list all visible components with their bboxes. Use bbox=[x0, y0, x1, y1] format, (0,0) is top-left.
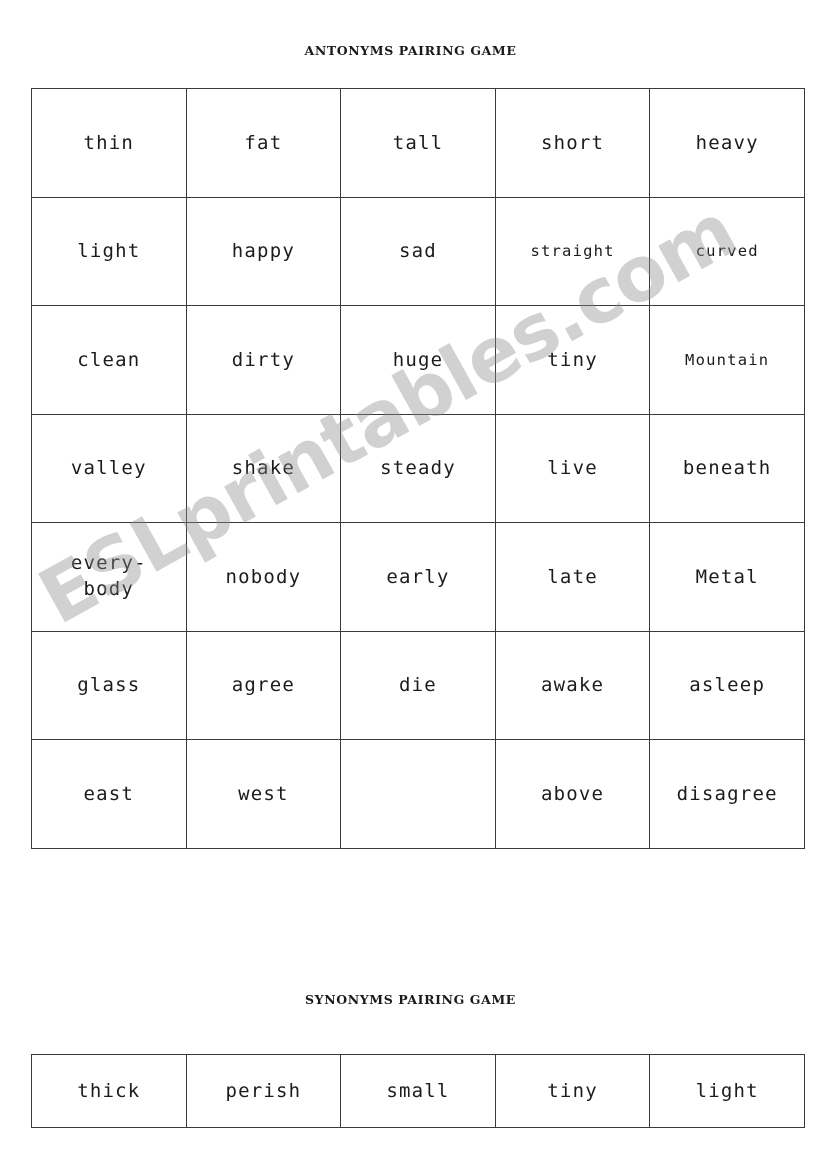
table-row: light happy sad straight curved bbox=[31, 196, 805, 306]
word-cell[interactable]: east bbox=[31, 739, 187, 849]
word-cell[interactable]: awake bbox=[494, 630, 651, 740]
word-cell[interactable]: curved bbox=[649, 196, 805, 306]
word-cell[interactable]: valley bbox=[31, 413, 187, 523]
word-cell[interactable]: light bbox=[31, 196, 187, 306]
antonyms-word-grid: thin fat tall short heavy light happy sa… bbox=[31, 88, 805, 849]
word-cell[interactable]: thick bbox=[31, 1054, 187, 1128]
word-cell[interactable]: glass bbox=[31, 630, 187, 740]
word-cell[interactable]: small bbox=[340, 1054, 496, 1128]
word-cell[interactable]: Metal bbox=[649, 522, 805, 632]
word-cell[interactable]: tall bbox=[340, 88, 496, 198]
word-cell[interactable]: huge bbox=[340, 305, 496, 415]
word-cell[interactable]: live bbox=[494, 413, 651, 523]
word-cell[interactable]: clean bbox=[31, 305, 187, 415]
word-cell[interactable]: asleep bbox=[649, 630, 805, 740]
word-cell[interactable]: die bbox=[340, 630, 496, 740]
word-cell[interactable]: nobody bbox=[185, 522, 342, 632]
table-row: glass agree die awake asleep bbox=[31, 630, 805, 740]
word-cell[interactable]: light bbox=[649, 1054, 805, 1128]
table-row: clean dirty huge tiny Mountain bbox=[31, 305, 805, 415]
word-cell[interactable]: steady bbox=[340, 413, 496, 523]
word-cell[interactable]: early bbox=[340, 522, 496, 632]
word-cell[interactable]: beneath bbox=[649, 413, 805, 523]
word-cell[interactable]: sad bbox=[340, 196, 496, 306]
word-cell[interactable]: every-body bbox=[31, 522, 187, 632]
word-cell[interactable]: dirty bbox=[185, 305, 342, 415]
word-cell[interactable]: heavy bbox=[649, 88, 805, 198]
word-cell[interactable]: shake bbox=[185, 413, 342, 523]
word-cell[interactable]: agree bbox=[185, 630, 342, 740]
word-cell[interactable]: west bbox=[185, 739, 342, 849]
table-row: thick perish small tiny light bbox=[31, 1054, 805, 1128]
word-cell[interactable]: happy bbox=[185, 196, 342, 306]
word-cell[interactable]: short bbox=[494, 88, 651, 198]
antonyms-section-heading: ANTONYMS PAIRING GAME bbox=[304, 43, 517, 58]
word-cell[interactable]: straight bbox=[494, 196, 651, 306]
word-cell[interactable]: thin bbox=[31, 88, 187, 198]
word-cell[interactable]: late bbox=[494, 522, 651, 632]
word-cell[interactable]: disagree bbox=[649, 739, 805, 849]
word-cell[interactable]: tiny bbox=[494, 305, 651, 415]
word-cell-empty[interactable] bbox=[340, 739, 496, 849]
table-row: thin fat tall short heavy bbox=[31, 88, 805, 198]
table-row: every-body nobody early late Metal bbox=[31, 522, 805, 632]
synonyms-word-grid: thick perish small tiny light bbox=[31, 1054, 805, 1128]
word-cell[interactable]: fat bbox=[185, 88, 342, 198]
word-cell[interactable]: tiny bbox=[494, 1054, 651, 1128]
synonyms-section-heading: SYNONYMS PAIRING GAME bbox=[305, 992, 516, 1007]
table-row: east west above disagree bbox=[31, 739, 805, 849]
table-row: valley shake steady live beneath bbox=[31, 413, 805, 523]
word-cell[interactable]: perish bbox=[185, 1054, 342, 1128]
worksheet-page: ANTONYMS PAIRING GAME thin fat tall shor… bbox=[0, 0, 821, 1169]
word-cell[interactable]: above bbox=[494, 739, 651, 849]
word-cell[interactable]: Mountain bbox=[649, 305, 805, 415]
